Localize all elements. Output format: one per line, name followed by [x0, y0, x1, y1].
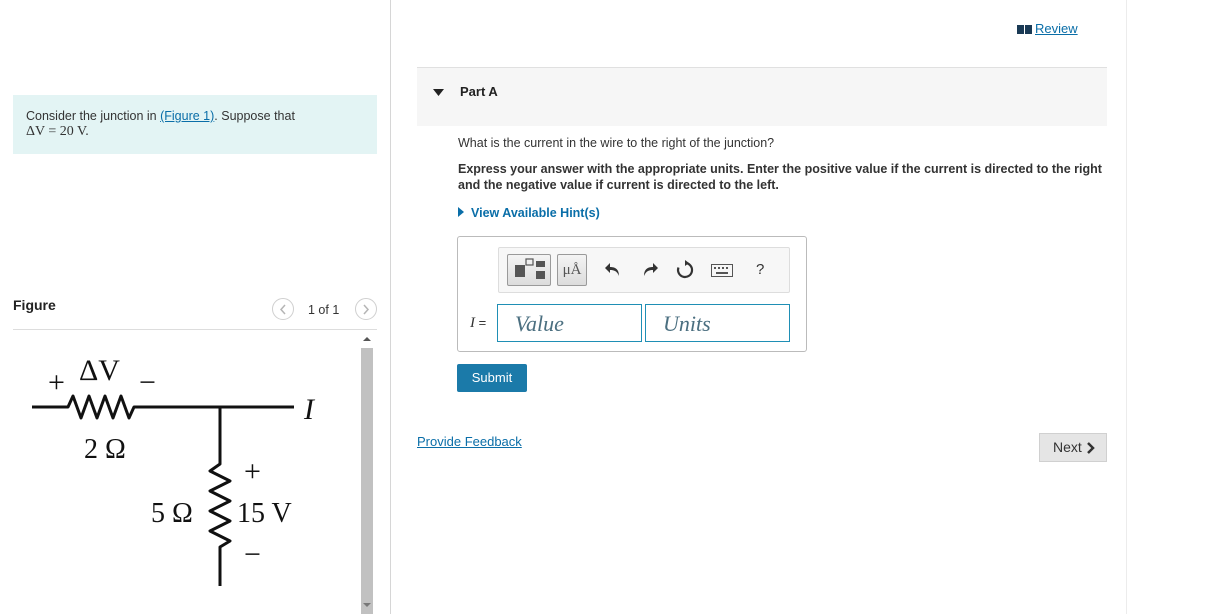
battery-minus-sign: −: [244, 538, 261, 571]
math-toolbar: μÅ ?: [498, 247, 790, 293]
help-icon[interactable]: ?: [756, 261, 764, 278]
figure-link[interactable]: (Figure 1): [160, 109, 214, 123]
collapse-triangle-icon[interactable]: [433, 89, 444, 97]
templates-icon: [515, 258, 545, 279]
units-input[interactable]: Units: [645, 304, 790, 342]
next-figure-button[interactable]: [355, 298, 377, 320]
units-button[interactable]: μÅ: [557, 254, 587, 286]
scroll-down-icon[interactable]: [358, 600, 376, 610]
view-hints-link[interactable]: View Available Hint(s): [458, 206, 600, 220]
hint-label: View Available Hint(s): [471, 206, 600, 220]
submit-button[interactable]: Submit: [457, 364, 527, 392]
top-wire-with-resistor: [32, 394, 294, 420]
left-panel: Consider the junction in (Figure 1). Sup…: [0, 0, 391, 614]
next-label: Next: [1053, 439, 1082, 455]
redo-icon[interactable]: [640, 262, 658, 278]
book-icon: [1017, 25, 1032, 34]
part-header[interactable]: Part A: [417, 67, 1107, 126]
plus-sign: +: [48, 366, 65, 399]
pager-count: 1 of 1: [308, 303, 340, 317]
caret-right-icon: [458, 207, 464, 217]
vertical-wire-with-resistor: [208, 407, 232, 586]
review-label: Review: [1035, 21, 1078, 36]
instructions-text: Express your answer with the appropriate…: [458, 162, 1102, 192]
problem-intro: Consider the junction in (Figure 1). Sup…: [13, 95, 377, 154]
delta-v-label: ΔV: [79, 354, 120, 387]
figure-scrollbar[interactable]: [358, 330, 376, 614]
scrollbar-thumb[interactable]: [361, 348, 373, 614]
answer-box: μÅ ? I = Value Units: [457, 236, 807, 352]
figure-divider: [13, 329, 377, 330]
answer-variable: I =: [470, 315, 486, 332]
templates-button[interactable]: [507, 254, 551, 286]
figure-pager: 1 of 1: [272, 298, 377, 322]
current-label: I: [303, 393, 316, 426]
undo-icon[interactable]: [605, 262, 623, 278]
circuit-diagram: ΔV + − 2 Ω I 5 Ω 15 V + −: [32, 354, 316, 586]
value-input[interactable]: Value: [497, 304, 642, 342]
reset-icon[interactable]: [675, 260, 695, 280]
resistor-5-label: 5 Ω: [151, 498, 193, 529]
intro-text: Consider the junction in: [26, 109, 161, 123]
prev-figure-button[interactable]: [272, 298, 294, 320]
question-text: What is the current in the wire to the r…: [458, 136, 775, 150]
variable-symbol: I: [470, 315, 475, 331]
given-value: ΔV = 20 V.: [26, 124, 89, 139]
scroll-up-icon[interactable]: [358, 334, 376, 344]
resistor-2-label: 2 Ω: [84, 434, 126, 465]
figure-title: Figure: [13, 297, 56, 313]
battery-plus-sign: +: [244, 455, 261, 488]
battery-label: 15 V: [237, 498, 292, 529]
chevron-right-icon: [363, 304, 370, 315]
review-link[interactable]: Review: [1017, 21, 1078, 36]
keyboard-icon[interactable]: [711, 264, 733, 278]
part-label: Part A: [460, 84, 498, 99]
chevron-right-icon: [1087, 442, 1095, 454]
chevron-left-icon: [279, 304, 286, 315]
intro-text-suffix: . Suppose that: [214, 109, 295, 123]
provide-feedback-link[interactable]: Provide Feedback: [417, 434, 522, 449]
next-button[interactable]: Next: [1039, 433, 1107, 462]
equals-sign: =: [478, 315, 487, 330]
minus-sign: −: [139, 366, 156, 399]
